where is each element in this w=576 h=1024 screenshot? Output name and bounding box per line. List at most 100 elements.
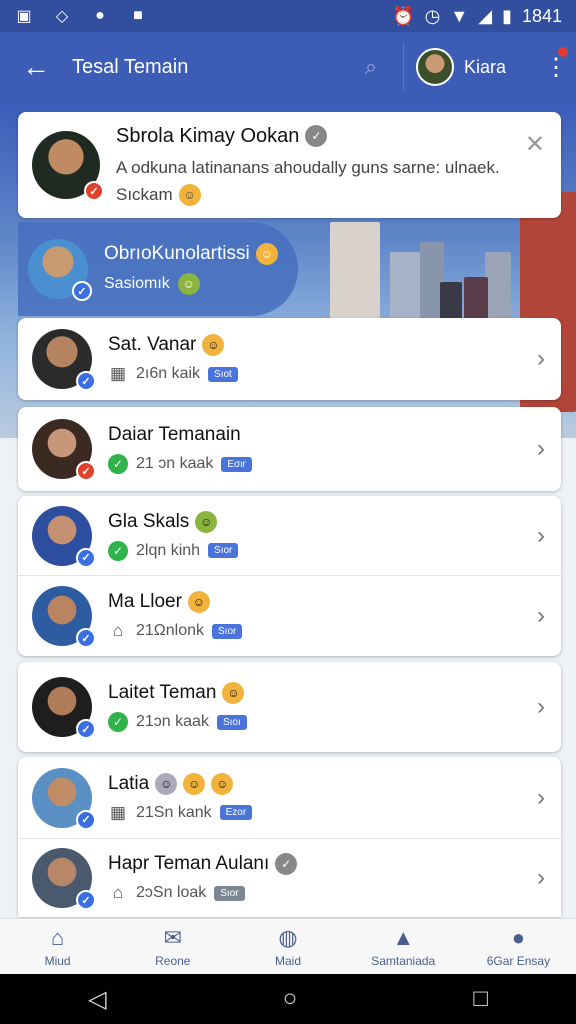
friend-status: 2ı6n kaik xyxy=(136,365,201,382)
list-item[interactable]: ✓ Latia ☺ ☺ ☺ ▦ 21Sn kank Ezor › xyxy=(18,757,561,839)
status-badge: Sıor xyxy=(212,623,243,639)
chevron-right-icon[interactable]: › xyxy=(521,435,561,463)
bottom-nav: ⌂ Miud ✉ Reone ◍ Maid ▲ Samtaniada ● 6Gar Ens… xyxy=(0,918,576,974)
list-item[interactable]: ✓ Hapr Teman Aulanı ✓ ⌂ 2ɔSn loak Sıor › xyxy=(18,839,561,917)
building-icon: ▦ xyxy=(109,802,127,822)
close-icon[interactable]: ✕ xyxy=(525,130,545,159)
nav-profile[interactable]: ● 6Gar Ensay xyxy=(461,919,576,974)
status-badge: Ezor xyxy=(219,805,253,820)
list-item[interactable]: ✓ Sat. Vanar ☺ ▦ 2ı6n kaik Sıot › xyxy=(18,318,561,400)
emoji-icon: ☺ xyxy=(222,682,245,704)
nav-label: Maid xyxy=(275,954,302,968)
avatar: ✓ xyxy=(32,677,96,739)
status-badge: Sıor xyxy=(208,543,239,558)
list-item[interactable]: ✓ Laitet Teman ☺ ✓ 21ɔn kaak Sıoı › xyxy=(18,662,561,752)
emoji-icon: ☺ xyxy=(202,334,225,356)
avatar xyxy=(416,48,454,86)
emoji-icon: ☺ xyxy=(178,183,201,206)
recents-square-icon[interactable]: □ xyxy=(473,985,488,1013)
status-time: 1841 xyxy=(521,5,562,26)
status-badge: Εσιr xyxy=(221,456,252,472)
list-item[interactable]: ✓ Daiar Temanain ✓ 21 ɔn kaak Εσιr › xyxy=(18,407,561,491)
emoji-icon: ☺ xyxy=(177,273,200,295)
nav-home[interactable]: ⌂ Miud xyxy=(0,919,115,974)
avatar: ✓ xyxy=(32,586,96,648)
mini-avatar-icon: ☺ xyxy=(155,772,178,795)
verified-icon: ✓ xyxy=(76,809,96,830)
verified-icon: ✓ xyxy=(275,853,298,875)
bell-icon: ▲ xyxy=(392,925,415,950)
page-title: Tesal Temain xyxy=(72,55,189,78)
list-item[interactable]: ✓ Gla Skals ☺ ✓ 2lqn kinh Sıor › xyxy=(18,496,561,576)
more-options-icon[interactable]: ⋮ xyxy=(536,46,576,82)
verified-icon: ✓ xyxy=(72,281,92,301)
clock-icon: ◷ xyxy=(424,5,441,26)
friend-name: Ma Lloer xyxy=(108,591,182,612)
chevron-right-icon[interactable]: › xyxy=(521,784,561,812)
friend-status: 21Sn kank xyxy=(136,803,212,821)
card-sub: Sıckam xyxy=(116,184,173,204)
app-bar: ← Tesal Temain ⌕ Kiara ⋮ xyxy=(0,32,576,102)
home-circle-icon[interactable]: ○ xyxy=(283,985,298,1013)
emoji-icon: ☺ xyxy=(183,772,206,795)
friend-name: Sat. Vanar xyxy=(108,334,197,355)
battery-icon: ▮ xyxy=(502,5,512,26)
emoji-icon: ☺ xyxy=(195,510,218,533)
friend-name: Gla Skals xyxy=(108,510,190,532)
chevron-right-icon[interactable]: › xyxy=(521,693,561,721)
mail-icon: ✉ xyxy=(163,925,183,950)
list-group: ✓ Latia ☺ ☺ ☺ ▦ 21Sn kank Ezor › ✓ Hapr Teman… xyxy=(18,757,561,917)
home-icon: ⌂ xyxy=(50,925,65,950)
divider xyxy=(403,43,404,91)
back-triangle-icon[interactable]: ◁ xyxy=(88,985,106,1014)
avatar: ✓ xyxy=(32,767,96,830)
badge-icon: ✓ xyxy=(84,181,104,201)
back-arrow-icon[interactable]: ← xyxy=(0,51,72,83)
avatar: ✓ xyxy=(32,505,96,568)
notification-dot xyxy=(558,46,568,57)
verified-icon: ✓ xyxy=(76,371,96,391)
friend-name: Daiar Temanain xyxy=(108,424,241,445)
nav-label: Reone xyxy=(155,954,191,968)
verified-icon: ✓ xyxy=(76,461,96,481)
diamond-icon: ◇ xyxy=(55,8,69,25)
status-bar: ▣ ◇ ● ■ ⏰ ◷ ▼ ◢ ▮ 1841 xyxy=(0,0,576,32)
card-name: Sbrola Kimay Ookan xyxy=(116,124,300,147)
wifi-icon: ▼ xyxy=(450,5,469,26)
list-group: ✓ Gla Skals ☺ ✓ 2lqn kinh Sıor › ✓ Ma Lloer… xyxy=(18,496,561,656)
featured-name: ObrıoKunolartissi xyxy=(104,243,250,264)
profile-name: Kiara xyxy=(464,56,507,77)
chevron-right-icon[interactable]: › xyxy=(521,864,561,892)
avatar: ✓ xyxy=(32,848,96,910)
verified-icon: ✓ xyxy=(76,890,96,910)
user-icon: ● xyxy=(511,925,526,950)
featured-friend[interactable]: ✓ ObrıoKunolartissi ☺ Sasiomık ☺ xyxy=(18,222,298,316)
chevron-right-icon[interactable]: › xyxy=(521,345,561,373)
chevron-right-icon[interactable]: › xyxy=(521,602,561,630)
alarm-icon: ⏰ xyxy=(392,5,415,26)
record-icon: ● xyxy=(95,7,105,24)
emoji-icon: ☺ xyxy=(211,772,234,795)
system-nav-bar: ◁ ○ □ xyxy=(0,974,576,1024)
profile-button[interactable]: Kiara xyxy=(416,48,536,86)
home-icon: ⌂ xyxy=(112,621,124,640)
nav-messages[interactable]: ✉ Reone xyxy=(115,919,230,974)
nav-map[interactable]: ◍ Maid xyxy=(230,919,345,974)
nav-label: Miud xyxy=(44,954,71,968)
nav-notifications[interactable]: ▲ Samtaniada xyxy=(346,919,461,974)
friend-status: 2lqn kinh xyxy=(136,541,201,559)
card-text: A odkuna latinanans ahoudally guns sarne… xyxy=(116,157,500,177)
search-icon[interactable]: ⌕ xyxy=(351,54,391,80)
avatar: ✓ xyxy=(32,419,96,481)
check-icon: ✓ xyxy=(108,454,128,474)
top-card[interactable]: ✓ Sbrola Kimay Ookan ✓ A odkuna latinanan… xyxy=(18,112,561,218)
avatar: ✓ xyxy=(32,131,104,201)
emoji-icon: ☺ xyxy=(187,591,210,613)
featured-sub: Sasiomık xyxy=(104,275,170,292)
home-icon: ⌂ xyxy=(112,883,124,902)
chevron-right-icon[interactable]: › xyxy=(521,522,561,550)
building-icon: ▦ xyxy=(109,364,127,383)
list-item[interactable]: ✓ Ma Lloer ☺ ⌂ 21Ωnlonk Sıor › xyxy=(18,576,561,656)
status-badge: Sıot xyxy=(208,366,238,382)
signal-icon: ◢ xyxy=(478,5,493,26)
